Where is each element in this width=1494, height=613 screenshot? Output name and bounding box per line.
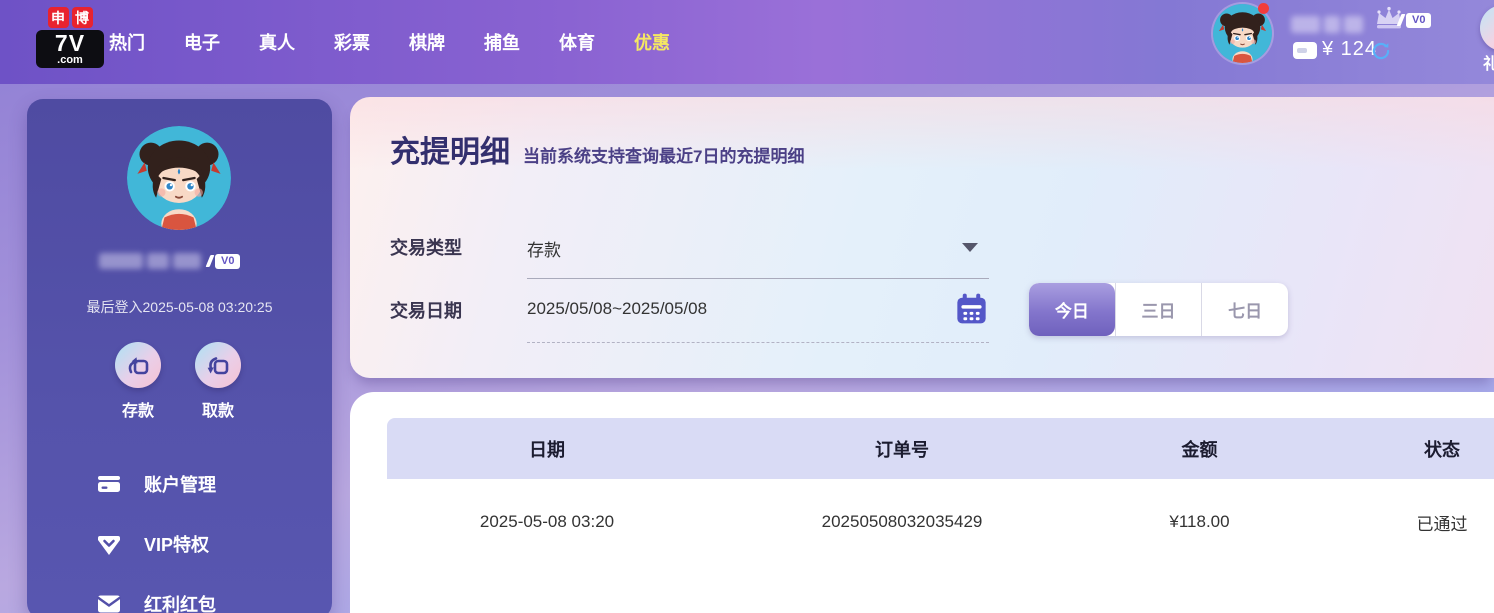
withdraw-button[interactable]: 取款 <box>178 342 258 421</box>
date-range-input[interactable]: 2025/05/08~2025/05/08 <box>527 299 707 319</box>
sidebar-item-label: 红利红包 <box>144 591 216 613</box>
transaction-type-label: 交易类型 <box>390 234 462 260</box>
logo-brand: 7V <box>36 31 104 55</box>
cell-date: 2025-05-08 03:20 <box>387 512 707 532</box>
column-header-date: 日期 <box>387 436 707 462</box>
withdraw-label: 取款 <box>178 397 258 421</box>
profile-username-blurred: V0 <box>99 251 260 271</box>
nav-item-lottery[interactable]: 彩票 <box>334 29 370 55</box>
transaction-type-select[interactable]: 存款 <box>527 236 561 261</box>
column-header-amount: 金额 <box>1097 436 1302 462</box>
range-button-7days[interactable]: 七日 <box>1201 283 1288 336</box>
calendar-icon[interactable] <box>955 293 988 329</box>
records-table: 日期 订单号 金额 状态 2025-05-08 03:20 2025050803… <box>387 418 1494 565</box>
sidebar-item-bonus[interactable]: 红利红包 <box>27 574 332 613</box>
divider <box>527 278 989 279</box>
main-menu: 热门 电子 真人 彩票 棋牌 捕鱼 体育 优惠 <box>109 0 670 84</box>
deposit-label: 存款 <box>98 397 178 421</box>
date-range-buttons: 今日 三日 七日 <box>1029 283 1288 336</box>
column-header-order: 订单号 <box>707 436 1097 462</box>
nav-item-fishing[interactable]: 捕鱼 <box>484 29 520 55</box>
logo-char-2: 博 <box>72 7 93 28</box>
nav-item-live[interactable]: 真人 <box>259 29 295 55</box>
page-subtitle: 当前系统支持查询最近7日的充提明细 <box>523 142 804 167</box>
cell-status: 已通过 <box>1302 510 1494 535</box>
nav-item-sports[interactable]: 体育 <box>559 29 595 55</box>
chevron-down-icon[interactable] <box>962 243 978 252</box>
transaction-date-label: 交易日期 <box>390 297 462 323</box>
profile-vip-badge: V0 <box>215 254 240 269</box>
deposit-icon <box>115 342 161 388</box>
notification-dot <box>1258 3 1269 14</box>
nav-item-promos[interactable]: 优惠 <box>634 29 670 55</box>
table-row: 2025-05-08 03:20 20250508032035429 ¥118.… <box>387 479 1494 565</box>
vip-level-badge: V0 <box>1406 13 1431 28</box>
nav-item-slots[interactable]: 电子 <box>184 29 220 55</box>
deposit-button[interactable]: 存款 <box>98 342 178 421</box>
sidebar-item-label: VIP特权 <box>144 531 209 557</box>
username-blurred <box>1291 16 1363 33</box>
balance-amount: ¥ 124 <box>1322 38 1377 61</box>
range-button-today[interactable]: 今日 <box>1029 283 1115 336</box>
table-header: 日期 订单号 金额 状态 <box>387 418 1494 479</box>
column-header-status: 状态 <box>1302 436 1494 462</box>
logo-domain: .com <box>36 55 104 66</box>
withdraw-icon <box>195 342 241 388</box>
cell-order-number: 20250508032035429 <box>707 512 1097 532</box>
profile-avatar <box>127 126 231 230</box>
last-login-text: 最后登入2025-05-08 03:20:25 <box>27 297 332 317</box>
logo-char-1: 申 <box>48 7 69 28</box>
range-button-3days[interactable]: 三日 <box>1115 283 1202 336</box>
red-packet-icon <box>96 591 122 613</box>
top-nav: 申 博 7V .com 热门 电子 真人 彩票 棋牌 捕鱼 体育 优惠 <box>0 0 1494 84</box>
filter-panel: 充提明细 当前系统支持查询最近7日的充提明细 交易类型 存款 交易日期 2025… <box>350 97 1494 378</box>
page-title: 充提明细 <box>390 127 510 171</box>
divider <box>527 342 989 343</box>
brand-logo[interactable]: 申 博 7V .com <box>36 7 104 68</box>
cell-amount: ¥118.00 <box>1097 512 1302 532</box>
sidebar-item-label: 账户管理 <box>144 471 216 497</box>
nav-item-board-games[interactable]: 棋牌 <box>409 29 445 55</box>
app-screen: 申 博 7V .com 热门 电子 真人 彩票 棋牌 捕鱼 体育 优惠 <box>0 0 1494 613</box>
sidebar: V0 最后登入2025-05-08 03:20:25 存款 取款 <box>27 99 332 613</box>
refresh-balance-icon[interactable] <box>1371 41 1391 61</box>
sidebar-item-vip[interactable]: VIP特权 <box>27 514 332 574</box>
wallet-icon <box>1293 42 1317 59</box>
vip-gem-icon <box>96 531 122 557</box>
records-panel: 日期 订单号 金额 状态 2025-05-08 03:20 2025050803… <box>350 392 1494 613</box>
sidebar-item-account[interactable]: 账户管理 <box>27 454 332 514</box>
nav-item-hot[interactable]: 热门 <box>109 29 145 55</box>
floating-widget-label: 礼 <box>1483 50 1494 74</box>
sidebar-menu: 账户管理 VIP特权 红利红包 <box>27 454 332 613</box>
bank-card-icon <box>96 471 122 497</box>
